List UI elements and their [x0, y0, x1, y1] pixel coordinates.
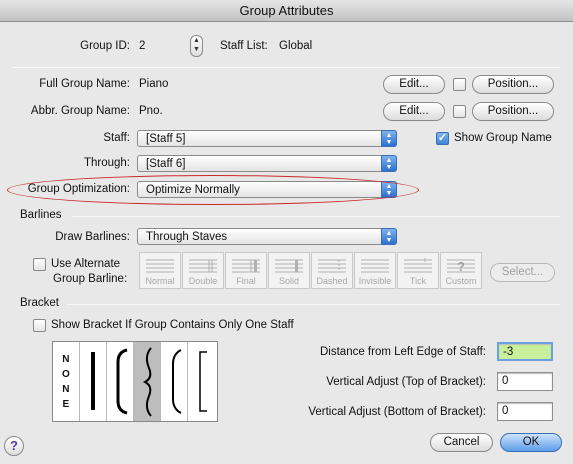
bracket-piano-brace-option[interactable]	[161, 342, 188, 421]
annotation-ellipse	[7, 175, 419, 205]
barline-custom-button[interactable]: ? Custom	[440, 252, 482, 289]
bracket-divider	[67, 304, 560, 305]
group-barline-label: Group Barline:	[53, 273, 128, 285]
full-group-name-value: Piano	[139, 78, 169, 90]
use-alternate-barline-checkbox[interactable]	[33, 258, 46, 271]
full-name-position-checkbox[interactable]	[453, 78, 466, 91]
barlines-section-title: Barlines	[20, 209, 62, 221]
show-bracket-one-staff-checkbox[interactable]	[33, 319, 46, 332]
through-popup-value: [Staff 6]	[146, 158, 186, 170]
barline-invisible-label: Invisible	[358, 276, 392, 286]
bracket-style-grid: N O N E	[52, 341, 218, 422]
barline-normal-button[interactable]: Normal	[139, 252, 181, 289]
barline-custom-icon: ?	[447, 259, 475, 274]
barline-normal-label: Normal	[145, 276, 175, 286]
bracket-brace-option[interactable]	[134, 342, 161, 421]
barline-custom-label: Custom	[445, 276, 477, 286]
barline-solid-icon	[275, 259, 303, 273]
cancel-button[interactable]: Cancel	[430, 433, 493, 452]
staff-popup-value: [Staff 5]	[146, 133, 186, 145]
barline-double-button[interactable]: Double	[182, 252, 224, 289]
help-button[interactable]: ?	[4, 436, 24, 456]
barline-tick-button[interactable]: Tick	[397, 252, 439, 289]
barline-final-icon	[232, 259, 260, 273]
bracket-curved-option[interactable]	[107, 342, 134, 421]
vertical-adjust-bottom-field[interactable]: 0	[497, 402, 553, 421]
distance-label: Distance from Left Edge of Staff:	[320, 346, 486, 358]
staff-list-label: Staff List:	[220, 40, 268, 52]
bracket-section-title: Bracket	[20, 297, 59, 309]
draw-barlines-value: Through Staves	[146, 231, 228, 243]
none-letter: O	[62, 369, 70, 380]
vertical-adjust-bottom-label: Vertical Adjust (Bottom of Bracket):	[308, 406, 486, 418]
group-id-value: 2	[139, 40, 146, 52]
abbr-name-position-button[interactable]: Position...	[472, 102, 554, 121]
window-title: Group Attributes	[0, 0, 573, 22]
bracket-thick-line-option[interactable]	[80, 342, 107, 421]
barline-double-label: Double	[188, 276, 218, 286]
group-id-label: Group ID:	[80, 40, 130, 52]
draw-barlines-popup[interactable]: Through Staves ▲ ▼	[137, 228, 397, 245]
draw-barlines-label: Draw Barlines:	[55, 231, 130, 243]
popup-arrows-icon: ▲ ▼	[381, 155, 397, 172]
barline-tick-icon	[404, 258, 432, 273]
none-letter: N	[62, 354, 70, 365]
thick-bracket-icon	[91, 352, 95, 410]
select-barline-button[interactable]: Select...	[490, 263, 555, 282]
square-bracket-icon	[199, 351, 207, 412]
barline-tick-label: Tick	[409, 276, 427, 286]
ok-button[interactable]: OK	[500, 433, 562, 452]
use-alternate-label: Use Alternate	[51, 258, 121, 270]
abbr-group-name-value: Pno.	[139, 105, 163, 117]
barline-invisible-icon	[361, 259, 389, 273]
staff-label: Staff:	[103, 132, 130, 144]
brace-icon	[142, 347, 152, 417]
svg-text:?: ?	[457, 259, 465, 274]
curved-bracket-icon	[116, 348, 128, 415]
barline-dashed-icon	[318, 259, 346, 273]
show-group-name-label: Show Group Name	[454, 132, 552, 144]
distance-field[interactable]: -3	[497, 342, 553, 361]
barline-double-icon	[189, 259, 217, 273]
group-id-stepper[interactable]: ▲ ▼	[190, 35, 203, 57]
show-group-name-checkbox[interactable]: ✓	[436, 132, 449, 145]
staff-popup[interactable]: [Staff 5] ▲ ▼	[137, 130, 397, 147]
barlines-divider	[72, 216, 560, 217]
through-popup[interactable]: [Staff 6] ▲ ▼	[137, 155, 397, 172]
vertical-adjust-top-label: Vertical Adjust (Top of Bracket):	[326, 376, 486, 388]
barline-normal-icon	[146, 259, 174, 273]
barline-invisible-button[interactable]: Invisible	[354, 252, 396, 289]
none-letter: N	[62, 384, 70, 395]
full-group-name-label: Full Group Name:	[39, 78, 130, 90]
abbr-name-position-checkbox[interactable]	[453, 105, 466, 118]
none-letter: E	[62, 399, 70, 410]
bracket-none-option[interactable]: N O N E	[53, 342, 80, 421]
barline-dashed-button[interactable]: Dashed	[311, 252, 353, 289]
barline-solid-button[interactable]: Solid	[268, 252, 310, 289]
barline-final-label: Final	[236, 276, 256, 286]
staff-list-value: Global	[279, 40, 313, 52]
popup-arrows-icon: ▲ ▼	[381, 228, 397, 245]
divider	[12, 67, 560, 68]
full-name-edit-button[interactable]: Edit...	[383, 75, 445, 94]
show-bracket-one-staff-label: Show Bracket If Group Contains Only One …	[51, 319, 294, 331]
full-name-position-button[interactable]: Position...	[472, 75, 554, 94]
vertical-adjust-top-field[interactable]: 0	[497, 372, 553, 391]
barline-solid-label: Solid	[278, 276, 299, 286]
abbr-group-name-label: Abbr. Group Name:	[30, 105, 130, 117]
abbr-name-edit-button[interactable]: Edit...	[383, 102, 445, 121]
through-label: Through:	[83, 157, 130, 169]
piano-brace-icon	[172, 349, 182, 414]
bracket-square-option[interactable]	[188, 342, 217, 421]
barline-dashed-label: Dashed	[316, 276, 348, 286]
popup-arrows-icon: ▲ ▼	[381, 130, 397, 147]
barline-final-button[interactable]: Final	[225, 252, 267, 289]
